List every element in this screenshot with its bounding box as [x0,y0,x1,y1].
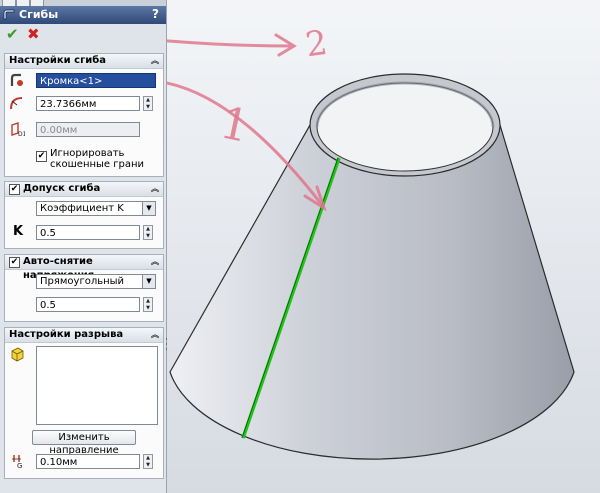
auto-relief-header[interactable]: ✔ Авто-снятие напряжения ︽ [5,255,163,281]
bend-radius-field[interactable]: 23.7366мм [36,96,140,111]
bend-allowance-title: Допуск сгиба [23,183,101,194]
bend-allowance-header[interactable]: ✔ Допуск сгиба ︽ [5,182,163,197]
bend-allowance-type-value: Коэффициент K [40,203,124,214]
ignore-bevel-label-2: скошенные грани [50,159,145,170]
thickness-icon: D1 [11,122,25,137]
auto-relief-group: ✔ Авто-снятие напряжения ︽ Прямоугольный… [4,254,164,322]
spin-down-icon[interactable]: ▼ [144,305,152,311]
help-button[interactable]: ? [152,7,159,21]
relief-type-select[interactable]: Прямоугольный ▼ [36,274,156,289]
rip-gap-field[interactable]: 0.10мм [36,454,140,469]
sheetmetal-feature-icon [3,9,15,20]
spin-down-icon[interactable]: ▼ [144,233,152,239]
panel-titlebar: Сгибы ? [0,6,166,24]
fixed-face-icon [10,73,23,86]
dropdown-arrow-icon[interactable]: ▼ [142,275,155,288]
rip-edges-list[interactable] [36,346,158,425]
change-direction-button[interactable]: Изменить направление [32,430,136,456]
bend-allowance-checkbox[interactable]: ✔ [9,184,20,195]
dropdown-arrow-icon[interactable]: ▼ [142,202,155,215]
collapse-icon[interactable]: ︽ [151,255,159,269]
relief-ratio-spinner[interactable]: ▲ ▼ [143,297,153,312]
bend-allowance-type-select[interactable]: Коэффициент K ▼ [36,201,156,216]
spin-up-icon[interactable]: ▲ [144,97,152,103]
svg-text:D1: D1 [18,131,25,137]
spin-up-icon[interactable]: ▲ [144,455,152,461]
rip-parameters-title: Настройки разрыва [9,329,124,340]
bend-parameters-group: Настройки сгиба ︽ Кромка<1> 23.7366мм ▲ … [4,53,164,177]
spin-down-icon[interactable]: ▼ [144,104,152,110]
cross-icon: ✖ [27,25,40,43]
rip-gap-icon: G [12,455,22,469]
bend-radius-spinner[interactable]: ▲ ▼ [143,96,153,111]
k-factor-spinner[interactable]: ▲ ▼ [143,225,153,240]
rip-parameters-header[interactable]: Настройки разрыва ︽ [5,328,163,343]
k-factor-field[interactable]: 0.5 [36,225,140,240]
graphics-viewport[interactable]: 2 1 [167,0,600,493]
svg-text:G: G [17,462,22,469]
ok-button[interactable]: ✔ [6,26,19,42]
check-icon: ✔ [6,25,19,43]
bend-allowance-group: ✔ Допуск сгиба ︽ Коэффициент K ▼ K 0.5 ▲… [4,181,164,249]
relief-type-value: Прямоугольный [40,276,125,287]
property-manager-panel: Сгибы ? ✔ ✖ Настройки сгиба ︽ Кромка<1> … [0,0,167,493]
rip-parameters-group: Настройки разрыва ︽ Изменить направление… [4,327,164,479]
spin-up-icon[interactable]: ▲ [144,226,152,232]
bend-parameters-title: Настройки сгиба [9,55,107,66]
collapse-icon[interactable]: ︽ [151,182,159,196]
panel-title: Сгибы [19,8,59,21]
bend-parameters-header[interactable]: Настройки сгиба ︽ [5,54,163,69]
spin-down-icon[interactable]: ▼ [144,462,152,468]
ignore-bevel-checkbox[interactable]: ✔ [36,151,47,162]
collapse-icon[interactable]: ︽ [151,54,159,68]
bend-radius-icon [10,97,23,110]
rip-edges-icon [11,347,24,362]
fixed-edge-field[interactable]: Кромка<1> [36,73,156,88]
spin-up-icon[interactable]: ▲ [144,298,152,304]
thickness-field: 0.00мм [36,122,140,137]
relief-ratio-field[interactable]: 0.5 [36,297,140,312]
ignore-bevel-label: Игнорировать [50,148,125,159]
cancel-button[interactable]: ✖ [27,26,40,42]
k-factor-label: K [13,224,24,239]
collapse-icon[interactable]: ︽ [151,328,159,342]
auto-relief-checkbox[interactable]: ✔ [9,257,20,268]
rip-gap-spinner[interactable]: ▲ ▼ [143,454,153,469]
